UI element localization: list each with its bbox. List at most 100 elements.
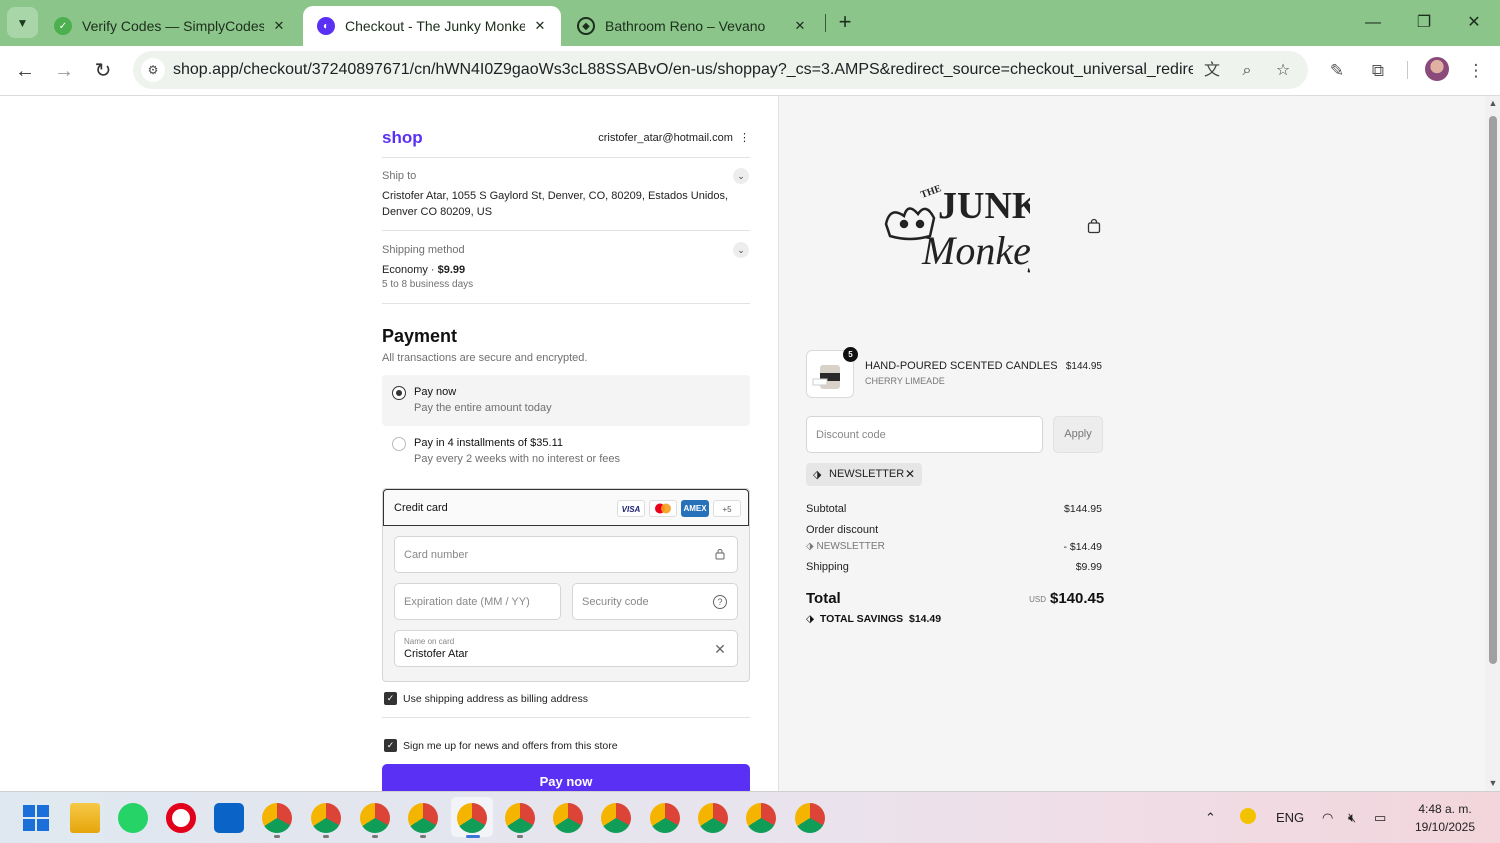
outlook-icon[interactable]: [214, 803, 244, 833]
language-indicator[interactable]: ENG: [1276, 810, 1304, 825]
address-bar[interactable]: ⚙ shop.app/checkout/37240897671/cn/hWN4I…: [133, 51, 1308, 89]
lock-icon: [713, 548, 727, 562]
tab-search-button[interactable]: ▼: [7, 7, 38, 38]
chrome-icon[interactable]: [698, 803, 728, 833]
pay-now-radio[interactable]: [392, 386, 406, 400]
option-title: Pay now: [414, 386, 457, 398]
new-tab-button[interactable]: +: [833, 11, 857, 35]
scroll-down-icon[interactable]: ▼: [1488, 778, 1498, 788]
mastercard-icon: [649, 500, 677, 517]
ship-to-chevron-icon[interactable]: ⌄: [733, 168, 749, 184]
file-explorer-icon[interactable]: [70, 803, 100, 833]
shop-logo[interactable]: shop: [382, 128, 423, 148]
divider: [382, 230, 750, 231]
zoom-icon[interactable]: ⌕: [1236, 60, 1258, 82]
newsletter-label: Sign me up for news and offers from this…: [403, 740, 618, 752]
tab-bar: ▼ ✓ Verify Codes — SimplyCodes ✕ ◐ Check…: [0, 0, 1500, 46]
pay-now-option[interactable]: Pay now Pay the entire amount today: [382, 375, 750, 426]
scroll-up-icon[interactable]: ▲: [1488, 98, 1498, 108]
menu-icon[interactable]: ⋮: [1463, 58, 1489, 84]
opera-icon[interactable]: [166, 803, 196, 833]
product-variant: CHERRY LIMEADE: [865, 376, 945, 386]
pay-in-installments-option[interactable]: Pay in 4 installments of $35.11 Pay ever…: [382, 426, 750, 477]
volume-muted-icon[interactable]: 🔇︎: [1348, 810, 1356, 826]
chrome-icon[interactable]: [505, 803, 535, 833]
chrome-icon[interactable]: [746, 803, 776, 833]
tab-title: Verify Codes — SimplyCodes: [82, 18, 264, 34]
shipping-method-chevron-icon[interactable]: ⌄: [733, 242, 749, 258]
scroll-thumb[interactable]: [1489, 116, 1497, 664]
card-number-placeholder: Card number: [404, 549, 469, 561]
shipping-method-label: Shipping method: [382, 244, 465, 256]
svg-text:JUNKY: JUNKY: [938, 185, 1030, 227]
payment-subtitle: All transactions are secure and encrypte…: [382, 352, 588, 364]
account-email[interactable]: cristofer_atar@hotmail.com ⋮: [560, 131, 750, 144]
restore-icon[interactable]: ❐: [1409, 8, 1439, 38]
tray-app-icon[interactable]: [1240, 808, 1256, 824]
wifi-icon[interactable]: ◠: [1322, 810, 1333, 826]
cart-bag-icon[interactable]: [1086, 218, 1102, 234]
simplycodes-icon: ✓: [54, 17, 72, 35]
profile-avatar[interactable]: [1425, 57, 1449, 81]
close-tab-icon[interactable]: ✕: [791, 17, 809, 35]
name-on-card-field[interactable]: Name on card Cristofer Atar ✕: [394, 630, 738, 667]
discount-placeholder: Discount code: [816, 429, 886, 441]
chrome-icon[interactable]: [650, 803, 680, 833]
url-text[interactable]: shop.app/checkout/37240897671/cn/hWN4I0Z…: [173, 61, 1193, 79]
windows-start-icon[interactable]: [23, 805, 49, 831]
chrome-icon[interactable]: [457, 803, 487, 833]
bookmark-star-icon[interactable]: ☆: [1272, 60, 1294, 82]
close-tab-icon[interactable]: ✕: [270, 17, 288, 35]
checkout-page: shop cristofer_atar@hotmail.com ⋮ Ship t…: [0, 96, 1485, 791]
credit-card-panel: Credit card VISA AMEX +5 Card number Exp…: [382, 488, 750, 682]
site-info-icon[interactable]: ⚙: [141, 58, 165, 82]
subtotal-label: Subtotal: [806, 503, 847, 515]
remove-discount-icon[interactable]: ✕: [905, 467, 915, 481]
ship-to-label: Ship to: [382, 170, 417, 182]
clear-icon[interactable]: ✕: [713, 642, 727, 656]
chrome-icon[interactable]: [408, 803, 438, 833]
minimize-icon[interactable]: —: [1358, 8, 1388, 38]
clock-time: 4:48 a. m.: [1418, 802, 1472, 816]
help-icon[interactable]: ?: [713, 595, 727, 609]
edit-icon[interactable]: ✎: [1324, 58, 1350, 84]
apply-button[interactable]: Apply: [1053, 416, 1103, 453]
chrome-icon[interactable]: [601, 803, 631, 833]
chrome-icon[interactable]: [360, 803, 390, 833]
forward-icon[interactable]: →: [49, 56, 79, 86]
page-scrollbar[interactable]: ▲ ▼: [1485, 96, 1500, 791]
show-hidden-icons-icon[interactable]: ⌃: [1205, 810, 1216, 826]
billing-address-label: Use shipping address as billing address: [403, 693, 589, 705]
battery-icon[interactable]: ▭: [1374, 810, 1386, 826]
discount-code-input[interactable]: Discount code: [806, 416, 1043, 453]
checkout-main: shop cristofer_atar@hotmail.com ⋮ Ship t…: [0, 96, 778, 791]
card-number-field[interactable]: Card number: [394, 536, 738, 573]
product-price: $144.95: [1065, 361, 1102, 372]
extensions-icon[interactable]: ⧉: [1365, 58, 1391, 84]
chrome-icon[interactable]: [553, 803, 583, 833]
translate-icon[interactable]: 文: [1201, 60, 1223, 82]
security-code-field[interactable]: Security code ?: [572, 583, 738, 620]
reload-icon[interactable]: ↻: [88, 56, 118, 86]
running-indicator: [517, 835, 523, 838]
close-tab-icon[interactable]: ✕: [531, 17, 549, 35]
expiration-date-field[interactable]: Expiration date (MM / YY): [394, 583, 561, 620]
tab-checkout[interactable]: ◐ Checkout - The Junky Monkey ✕: [303, 6, 561, 46]
credit-card-header[interactable]: Credit card VISA AMEX +5: [383, 489, 749, 526]
applied-discount-chip: ⬗ NEWSLETTER ✕: [806, 463, 922, 486]
whatsapp-icon[interactable]: [118, 803, 148, 833]
tab-vevano[interactable]: ◆ Bathroom Reno – Vevano ✕: [563, 6, 821, 46]
tab-simplycodes[interactable]: ✓ Verify Codes — SimplyCodes ✕: [40, 6, 300, 46]
installments-radio[interactable]: [392, 437, 406, 451]
back-icon[interactable]: ←: [10, 56, 40, 86]
chrome-icon[interactable]: [262, 803, 292, 833]
newsletter-checkbox[interactable]: ✓: [384, 739, 397, 752]
close-window-icon[interactable]: ✕: [1459, 8, 1489, 38]
chrome-icon[interactable]: [311, 803, 341, 833]
billing-address-checkbox[interactable]: ✓: [384, 692, 397, 705]
pay-now-button[interactable]: Pay now: [382, 764, 750, 791]
shipping-value: $9.99: [1075, 561, 1102, 573]
browser-toolbar: ← → ↻ ⚙ shop.app/checkout/37240897671/cn…: [0, 46, 1500, 96]
chrome-icon[interactable]: [795, 803, 825, 833]
system-clock[interactable]: 4:48 a. m. 19/10/2025: [1400, 800, 1490, 836]
